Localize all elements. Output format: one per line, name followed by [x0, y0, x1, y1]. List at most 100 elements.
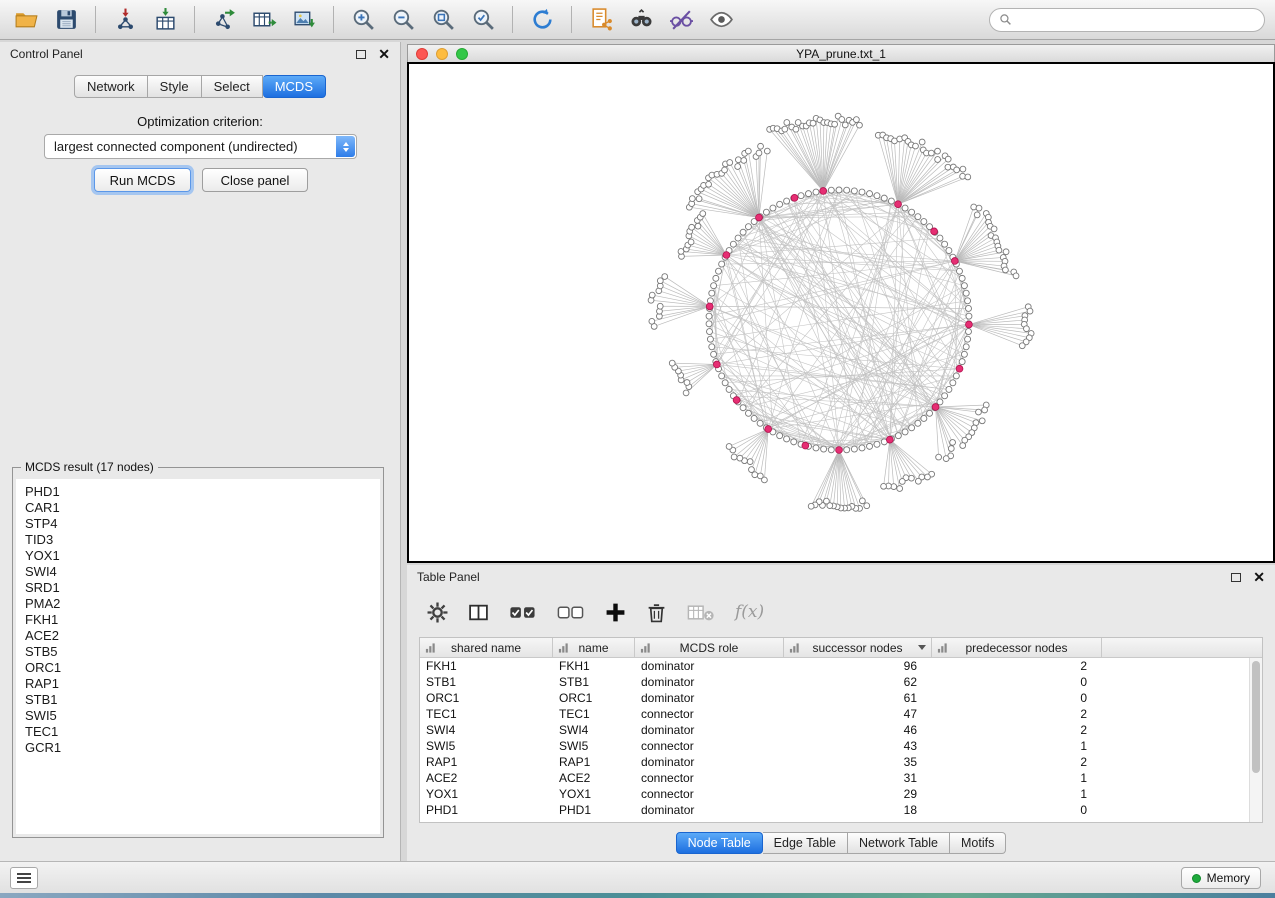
result-item[interactable]: TEC1 — [25, 724, 380, 740]
delete-table-icon[interactable] — [687, 602, 715, 623]
find-icon[interactable] — [625, 4, 657, 36]
result-item[interactable]: SWI4 — [25, 564, 380, 580]
table-row[interactable]: RAP1RAP1dominator352 — [420, 754, 1262, 770]
table-cell: 0 — [932, 691, 1102, 705]
import-network-icon[interactable] — [109, 4, 141, 36]
zoom-in-icon[interactable] — [347, 4, 379, 36]
result-item[interactable]: SRD1 — [25, 580, 380, 596]
tab-style[interactable]: Style — [148, 75, 202, 98]
network-canvas[interactable] — [407, 62, 1275, 563]
table-cell: connector — [635, 739, 784, 753]
tab-network[interactable]: Network — [74, 75, 148, 98]
table-row[interactable]: TEC1TEC1connector472 — [420, 706, 1262, 722]
table-tabs: Node TableEdge TableNetwork TableMotifs — [407, 832, 1275, 854]
tab-motifs[interactable]: Motifs — [950, 832, 1006, 854]
table-cell: 62 — [784, 675, 932, 689]
column-header-MCDS-role[interactable]: MCDS role — [635, 638, 784, 657]
network-svg[interactable] — [409, 64, 1273, 561]
close-panel-button[interactable]: Close panel — [202, 168, 308, 192]
status-menu-icon[interactable] — [10, 867, 38, 889]
show-column-icon[interactable] — [468, 602, 489, 623]
tab-network-table[interactable]: Network Table — [848, 832, 950, 854]
float-panel-icon[interactable] — [356, 50, 366, 59]
table-settings-gear-icon[interactable] — [427, 602, 448, 623]
table-cell: ACE2 — [420, 771, 553, 785]
criterion-dropdown[interactable]: largest connected component (undirected) — [44, 134, 357, 159]
window-minimize-icon[interactable] — [436, 48, 448, 60]
function-builder-icon[interactable]: f(x) — [735, 602, 764, 622]
result-item[interactable]: TID3 — [25, 532, 380, 548]
sort-icon — [937, 642, 948, 654]
result-item[interactable]: YOX1 — [25, 548, 380, 564]
result-item[interactable]: SWI5 — [25, 708, 380, 724]
table-cell: 0 — [932, 803, 1102, 817]
scrollbar-thumb[interactable] — [1252, 661, 1260, 773]
zoom-fit-icon[interactable] — [427, 4, 459, 36]
result-item[interactable]: RAP1 — [25, 676, 380, 692]
tab-edge-table[interactable]: Edge Table — [763, 832, 848, 854]
result-item[interactable]: PMA2 — [25, 596, 380, 612]
hide-graphics-details-icon[interactable] — [665, 4, 697, 36]
column-header-successor-nodes[interactable]: successor nodes — [784, 638, 932, 657]
table-scrollbar[interactable] — [1249, 658, 1262, 822]
column-menu-chevron-icon[interactable] — [918, 645, 926, 650]
network-titlebar[interactable]: YPA_prune.txt_1 — [407, 44, 1275, 62]
apply-layout-icon[interactable] — [526, 4, 558, 36]
result-item[interactable]: PHD1 — [25, 484, 380, 500]
result-item[interactable]: ACE2 — [25, 628, 380, 644]
table-panel-header: Table Panel ✕ — [407, 565, 1275, 589]
table-cell: dominator — [635, 755, 784, 769]
close-panel-icon[interactable]: ✕ — [378, 47, 390, 61]
search-input[interactable] — [1018, 13, 1255, 27]
result-item[interactable]: ORC1 — [25, 660, 380, 676]
tab-select[interactable]: Select — [202, 75, 263, 98]
table-row[interactable]: FKH1FKH1dominator962 — [420, 658, 1262, 674]
mcds-result-list[interactable]: PHD1CAR1STP4TID3YOX1SWI4SRD1PMA2FKH1ACE2… — [16, 479, 380, 834]
table-cell: 1 — [932, 739, 1102, 753]
memory-button[interactable]: Memory — [1181, 867, 1261, 889]
result-item[interactable]: CAR1 — [25, 500, 380, 516]
save-session-icon[interactable] — [50, 4, 82, 36]
window-maximize-icon[interactable] — [456, 48, 468, 60]
zoom-out-icon[interactable] — [387, 4, 419, 36]
window-close-icon[interactable] — [416, 48, 428, 60]
table-row[interactable]: PHD1PHD1dominator180 — [420, 802, 1262, 818]
table-row[interactable]: ACE2ACE2connector311 — [420, 770, 1262, 786]
search-box[interactable] — [989, 8, 1265, 32]
zoom-selected-icon[interactable] — [467, 4, 499, 36]
result-item[interactable]: FKH1 — [25, 612, 380, 628]
export-image-icon[interactable] — [288, 4, 320, 36]
delete-column-trash-icon[interactable] — [646, 602, 667, 623]
export-network-icon[interactable] — [208, 4, 240, 36]
column-header-shared-name[interactable]: shared name — [420, 638, 553, 657]
table-cell: 0 — [932, 675, 1102, 689]
column-header-name[interactable]: name — [553, 638, 635, 657]
result-item[interactable]: STP4 — [25, 516, 380, 532]
table-row[interactable]: STB1STB1dominator620 — [420, 674, 1262, 690]
table-row[interactable]: SWI4SWI4dominator462 — [420, 722, 1262, 738]
unselect-all-columns-icon[interactable] — [557, 602, 585, 623]
new-network-from-selection-icon[interactable] — [585, 4, 617, 36]
export-table-icon[interactable] — [248, 4, 280, 36]
column-header-predecessor-nodes[interactable]: predecessor nodes — [932, 638, 1102, 657]
table-cell: 18 — [784, 803, 932, 817]
close-table-panel-icon[interactable]: ✕ — [1253, 570, 1265, 584]
result-item[interactable]: GCR1 — [25, 740, 380, 756]
float-table-panel-icon[interactable] — [1231, 573, 1241, 582]
tab-mcds[interactable]: MCDS — [263, 75, 326, 98]
table-row[interactable]: ORC1ORC1dominator610 — [420, 690, 1262, 706]
show-graphics-details-icon[interactable] — [705, 4, 737, 36]
select-all-columns-icon[interactable] — [509, 602, 537, 623]
table-cell: connector — [635, 771, 784, 785]
table-row[interactable]: SWI5SWI5connector431 — [420, 738, 1262, 754]
open-session-icon[interactable] — [10, 4, 42, 36]
result-item[interactable]: STB5 — [25, 644, 380, 660]
table-cell: 43 — [784, 739, 932, 753]
table-row[interactable]: YOX1YOX1connector291 — [420, 786, 1262, 802]
result-item[interactable]: STB1 — [25, 692, 380, 708]
import-table-icon[interactable] — [149, 4, 181, 36]
tab-node-table[interactable]: Node Table — [676, 832, 763, 854]
run-mcds-button[interactable]: Run MCDS — [94, 168, 191, 192]
table-cell: YOX1 — [553, 787, 635, 801]
create-column-plus-icon[interactable] — [605, 602, 626, 623]
